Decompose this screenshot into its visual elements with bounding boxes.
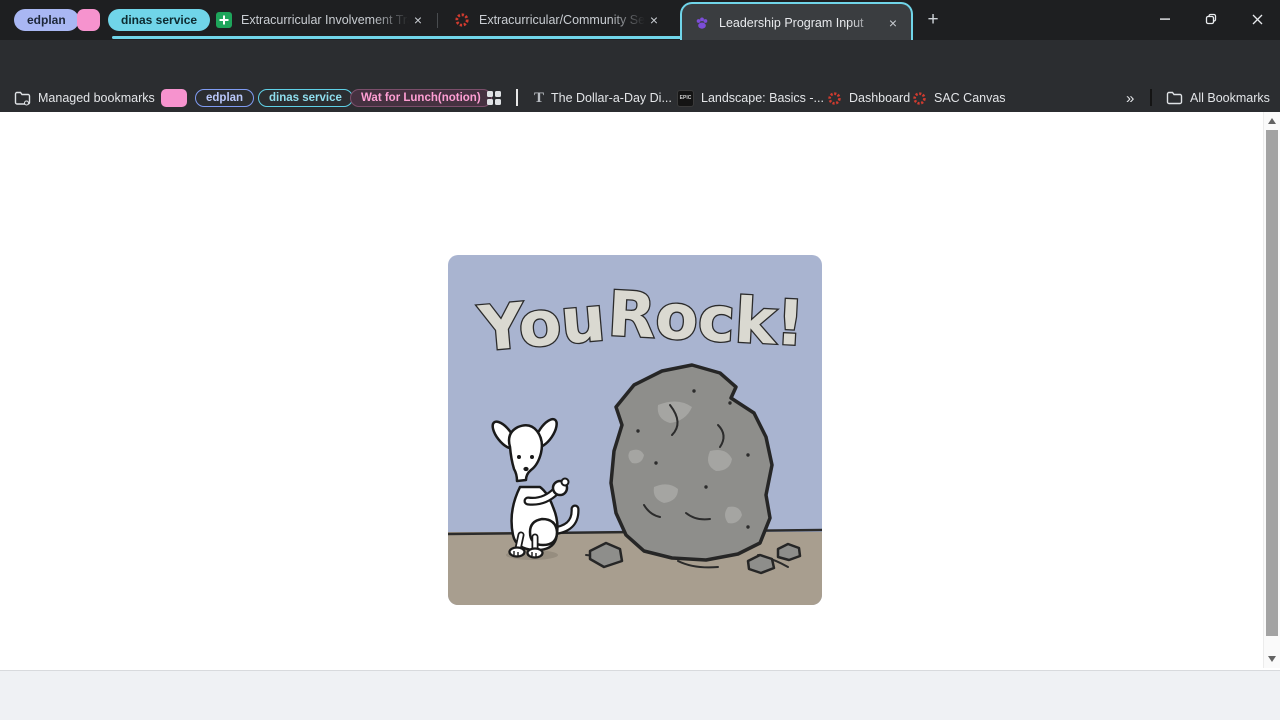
tab-strip: edplan dinas service Extracurricular Inv… <box>0 0 1280 40</box>
tab-title: Extracurricular Involvement Trac <box>241 13 409 27</box>
apps-grid-icon[interactable] <box>486 84 502 112</box>
tab-extracurricular-community-service[interactable]: Extracurricular/Community Serv × <box>442 0 672 40</box>
new-tab-button[interactable]: + <box>922 9 944 31</box>
tab-group-chip-unnamed[interactable] <box>77 9 100 31</box>
close-icon[interactable]: × <box>409 11 427 29</box>
managed-bookmarks[interactable]: Managed bookmarks <box>14 84 155 112</box>
saved-group-pink[interactable] <box>161 89 187 107</box>
window-minimize-button[interactable] <box>1142 0 1188 38</box>
canvas-icon <box>912 91 927 106</box>
bookmark-label: SAC Canvas <box>934 91 1006 105</box>
scrollbar-thumb[interactable] <box>1266 130 1278 636</box>
window-close-button[interactable] <box>1234 0 1280 38</box>
tab-title: Leadership Program Input <box>719 16 884 30</box>
saved-group-dinas-service[interactable]: dinas service <box>258 89 353 107</box>
tab-title: Extracurricular/Community Serv <box>479 13 645 27</box>
desktop: edplan dinas service Extracurricular Inv… <box>0 0 1280 720</box>
bookmark-label: The Dollar-a-Day Di... <box>551 91 672 105</box>
scrollbar-down-arrow[interactable] <box>1268 656 1276 662</box>
close-icon[interactable]: × <box>884 14 902 32</box>
nyt-t-icon: T <box>534 90 544 107</box>
saved-group-wat-for-lunch[interactable]: Wat for Lunch(notion) <box>350 89 492 107</box>
canvas-icon <box>827 91 842 106</box>
bookmark-sac-canvas[interactable]: SAC Canvas <box>912 84 1006 112</box>
tab-divider <box>437 13 438 28</box>
bookmarks-divider <box>1150 89 1152 106</box>
bookmarks-bar: Managed bookmarks edplan dinas service W… <box>0 84 1280 112</box>
saved-group-edplan[interactable]: edplan <box>195 89 254 107</box>
scrollbar-up-arrow[interactable] <box>1268 118 1276 124</box>
caption-you: You <box>475 282 608 366</box>
tab-extracurricular-involvement[interactable]: Extracurricular Involvement Trac × <box>204 0 436 40</box>
page-content: You Rock! <box>0 112 1263 668</box>
canvas-icon <box>454 12 470 28</box>
bookmark-dashboard[interactable]: Dashboard <box>827 84 910 112</box>
all-bookmarks-label: All Bookmarks <box>1190 91 1270 105</box>
windows-taskbar: ⚙ 2:40 PM 12/9/2025 <box>0 670 1280 720</box>
epic-icon: EPIC <box>677 90 694 107</box>
browser-toolbar: input.innerview.org/s/Leadership-Program… <box>0 40 1280 84</box>
bookmarks-overflow-chevron[interactable]: » <box>1126 84 1134 112</box>
bookmark-landscape-basics[interactable]: EPIC Landscape: Basics -... <box>677 84 824 112</box>
page-scrollbar[interactable] <box>1263 112 1280 668</box>
sheets-icon <box>216 12 232 28</box>
bookmarks-divider <box>516 89 518 106</box>
you-rock-illustration: You Rock! <box>448 255 822 605</box>
tab-group-chip-edplan[interactable]: edplan <box>14 9 79 31</box>
tab-leadership-program-input[interactable]: Leadership Program Input × <box>680 2 913 42</box>
folder-icon <box>1166 91 1183 105</box>
paw-icon <box>694 15 710 31</box>
bookmark-label: Landscape: Basics -... <box>701 91 824 105</box>
managed-bookmarks-label: Managed bookmarks <box>38 91 155 105</box>
all-bookmarks[interactable]: All Bookmarks <box>1166 84 1270 112</box>
managed-folder-icon <box>14 91 31 106</box>
window-restore-button[interactable] <box>1188 0 1234 38</box>
bookmark-label: Dashboard <box>849 91 910 105</box>
tab-group-chip-dinas-service[interactable]: dinas service <box>108 9 210 31</box>
bookmark-dollar-a-day[interactable]: T The Dollar-a-Day Di... <box>534 84 672 112</box>
close-icon[interactable]: × <box>645 11 663 29</box>
caption-rock: Rock! <box>606 277 806 360</box>
